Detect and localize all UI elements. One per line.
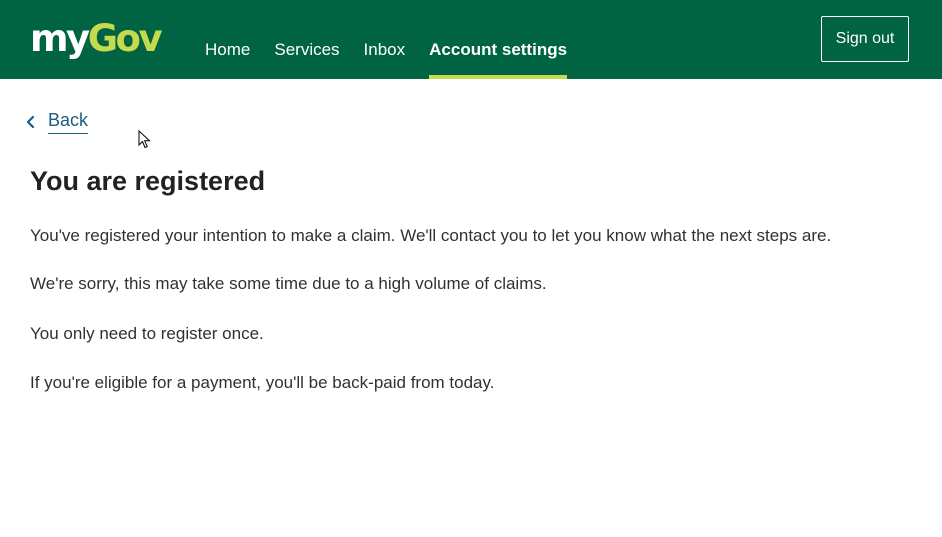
- mouse-cursor-icon: [138, 130, 151, 149]
- nav-services[interactable]: Services: [274, 0, 339, 79]
- paragraph-sorry: We're sorry, this may take some time due…: [30, 274, 547, 293]
- page-title: You are registered: [30, 166, 266, 196]
- site-header: myGov Home Services Inbox Account settin…: [0, 0, 942, 79]
- chevron-left-icon: [26, 115, 35, 129]
- mygov-logo[interactable]: myGov: [30, 17, 163, 61]
- paragraph-registered: You've registered your intention to make…: [30, 226, 832, 245]
- nav-account-settings[interactable]: Account settings: [429, 0, 567, 79]
- paragraph-back-paid: If you're eligible for a payment, you'll…: [30, 373, 495, 392]
- back-link-label: Back: [48, 110, 89, 134]
- logo-gov: Gov: [87, 17, 163, 60]
- main-nav: Home Services Inbox Account settings: [205, 0, 591, 79]
- back-link[interactable]: Back: [24, 110, 89, 134]
- sign-out-button[interactable]: Sign out: [821, 16, 909, 62]
- nav-home[interactable]: Home: [205, 0, 250, 79]
- paragraph-register-once: You only need to register once.: [30, 324, 264, 343]
- logo-my: my: [30, 17, 90, 60]
- nav-inbox[interactable]: Inbox: [364, 0, 406, 79]
